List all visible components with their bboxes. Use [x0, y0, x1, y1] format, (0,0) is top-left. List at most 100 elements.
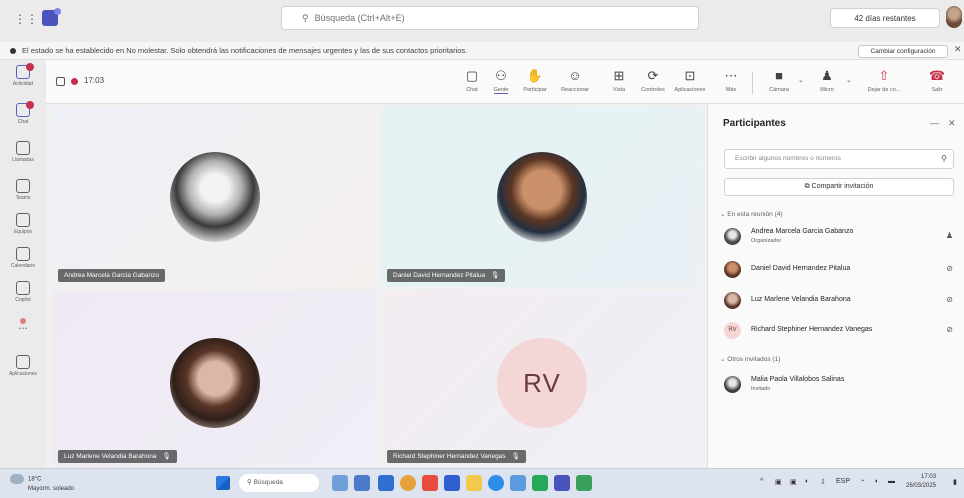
controls-button[interactable]: ⟳ Controles: [636, 68, 670, 100]
avatar: [724, 228, 741, 245]
tool-label: Salir: [931, 87, 943, 93]
participant-name: Andrea Marcela Garcia Gabanzo: [751, 228, 854, 235]
tray-chevron-icon[interactable]: ^: [760, 478, 763, 485]
search-icon: ⚲: [247, 479, 254, 486]
apps-icon: [16, 355, 30, 369]
wifi-icon[interactable]: ◔: [860, 478, 864, 485]
minimize-icon[interactable]: —: [930, 118, 939, 128]
rail-item-chat[interactable]: Chat: [0, 100, 46, 130]
app-icon[interactable]: [576, 475, 592, 491]
avatar: [724, 376, 741, 393]
tray-app-icon[interactable]: ⇩: [820, 478, 826, 486]
dnd-notice-bar: El estado se ha establecido en No molest…: [0, 42, 964, 60]
app-launcher-icon[interactable]: ⋮⋮⋮: [14, 12, 50, 26]
tray-app-icon[interactable]: ▣: [775, 478, 782, 486]
rail-item-groups[interactable]: Equipos: [0, 210, 46, 240]
camera-button[interactable]: ■ Cámara: [762, 68, 796, 100]
participant-row[interactable]: Andrea Marcela Garcia Gabanzo Organizado…: [724, 226, 959, 248]
rail-item-calls[interactable]: Llamadas: [0, 138, 46, 168]
volume-icon[interactable]: ◖: [874, 478, 878, 485]
participant-name: Malia Paola Villalobos Salinas: [751, 376, 845, 383]
tool-label: Participar: [523, 87, 547, 93]
group-label: Otros invitados (1): [727, 356, 781, 363]
participant-row[interactable]: RV Richard Stephiner Hernandez Vanegas ⊘: [724, 320, 959, 342]
participant-row[interactable]: Luz Marlene Velandia Barahona ⊘: [724, 290, 959, 312]
leave-button[interactable]: ☎ Salir: [920, 68, 954, 100]
outlook-icon[interactable]: [444, 475, 460, 491]
taskbar-clock[interactable]: 17:03 26/03/2025: [906, 473, 936, 491]
windows-start-icon[interactable]: [216, 476, 230, 490]
battery-icon[interactable]: ▬: [888, 478, 895, 485]
more-button[interactable]: ⋯ Más: [714, 68, 748, 100]
meeting-checkbox-icon[interactable]: [56, 77, 65, 86]
participant-name: Luz Marlene Velandia Barahona: [64, 453, 157, 460]
task-view-icon[interactable]: [354, 475, 370, 491]
participant-search-input[interactable]: Escribir algunos nombres o números ⚲: [724, 149, 954, 169]
invited-row[interactable]: Malia Paola Villalobos Salinas Invitado: [724, 374, 959, 396]
rail-item-teams[interactable]: Teams: [0, 176, 46, 206]
controls-icon: ⟳: [647, 68, 659, 83]
weather-icon: [10, 474, 24, 484]
file-explorer-icon[interactable]: [466, 475, 482, 491]
change-settings-button[interactable]: Cambiar configuración: [858, 45, 948, 58]
view-button[interactable]: ⊞ Vista: [602, 68, 636, 100]
participant-name: Luz Marlene Velandia Barahona: [751, 296, 851, 303]
stop-sharing-button[interactable]: ⇧ Dejar de co...: [862, 68, 906, 100]
video-tile[interactable]: RV Richard Stephiner Hernandez Vanegas 🎙: [382, 291, 702, 468]
app-icon[interactable]: [532, 475, 548, 491]
rail-item-calendar[interactable]: Calendario: [0, 244, 46, 274]
participant-name: Daniel David Hernandez Pitalua: [751, 265, 851, 272]
tray-app-icon[interactable]: ◐: [805, 478, 809, 485]
app-icon[interactable]: [422, 475, 438, 491]
copilot-icon: [16, 281, 30, 295]
mic-button[interactable]: ♟ Micro: [810, 68, 844, 100]
group-invited[interactable]: ⌄ Otros invitados (1): [720, 355, 780, 363]
notifications-icon[interactable]: ▮: [953, 478, 957, 486]
chevron-down-icon[interactable]: ⌄: [798, 76, 804, 84]
close-icon[interactable]: ✕: [954, 44, 962, 55]
rail-label: Actividad: [12, 81, 34, 87]
chevron-down-icon[interactable]: ⌄: [846, 76, 852, 84]
video-tile[interactable]: Luz Marlene Velandia Barahona 🎙: [53, 291, 377, 468]
participant-row[interactable]: Daniel David Hernandez Pitalua ⊘: [724, 259, 959, 281]
avatar: RV: [724, 322, 741, 339]
raise-hand-button[interactable]: ✋ Participar: [518, 68, 552, 100]
rail-item-activity[interactable]: Actividad: [0, 62, 46, 92]
more-apps-icon: [20, 318, 26, 324]
share-invite-button[interactable]: ⧉ Compartir invitación: [724, 178, 954, 196]
group-in-meeting[interactable]: ⌄ En esta reunión (4): [720, 210, 783, 218]
search-icon: ⚲: [302, 12, 309, 23]
avatar[interactable]: [946, 6, 962, 28]
react-button[interactable]: ☺ Reaccionar: [558, 68, 592, 100]
close-icon[interactable]: ✕: [948, 118, 956, 129]
taskbar-search[interactable]: ⚲ Búsqueda: [239, 474, 319, 492]
people-button[interactable]: ⚇ Gente: [484, 68, 518, 100]
bell-icon: [16, 63, 34, 79]
tool-label: Más: [725, 87, 737, 93]
phone-icon: [16, 141, 30, 155]
tool-label: Chat: [466, 87, 478, 93]
search-input[interactable]: ⚲ Búsqueda (Ctrl+Alt+E): [281, 6, 699, 30]
rail-item-more[interactable]: • • •: [0, 312, 46, 342]
widget-app-icon[interactable]: [332, 475, 348, 491]
teams-icon[interactable]: [554, 475, 570, 491]
chrome-icon[interactable]: [400, 475, 416, 491]
video-tile[interactable]: Daniel David Hernandez Pitalua 🎙: [382, 107, 702, 287]
rail-item-apps[interactable]: Aplicaciones: [0, 352, 46, 382]
word-icon[interactable]: [378, 475, 394, 491]
edge-icon[interactable]: [488, 475, 504, 491]
store-icon[interactable]: [510, 475, 526, 491]
apps-button[interactable]: ⊡ Aplicaciones: [673, 68, 707, 100]
trial-days-button[interactable]: 42 días restantes: [830, 8, 940, 28]
windows-taskbar: 18°C Mayorm. soleado ⚲ Búsqueda ^ ▣ ▣ ◐ …: [0, 468, 964, 498]
language-indicator[interactable]: ESP: [836, 478, 850, 485]
more-icon: ⋯: [724, 68, 738, 83]
mic-icon: 🎙: [162, 453, 171, 460]
calendar-icon: [16, 247, 30, 261]
video-tile[interactable]: Andrea Marcela Garcia Gabanzo: [53, 107, 377, 287]
recording-icon: [71, 78, 78, 85]
meeting-timer: 17:03: [84, 76, 105, 85]
weather-widget[interactable]: 18°C Mayorm. soleado: [10, 474, 74, 494]
rail-item-copilot[interactable]: Copilot: [0, 278, 46, 308]
tray-app-icon[interactable]: ▣: [790, 478, 797, 486]
